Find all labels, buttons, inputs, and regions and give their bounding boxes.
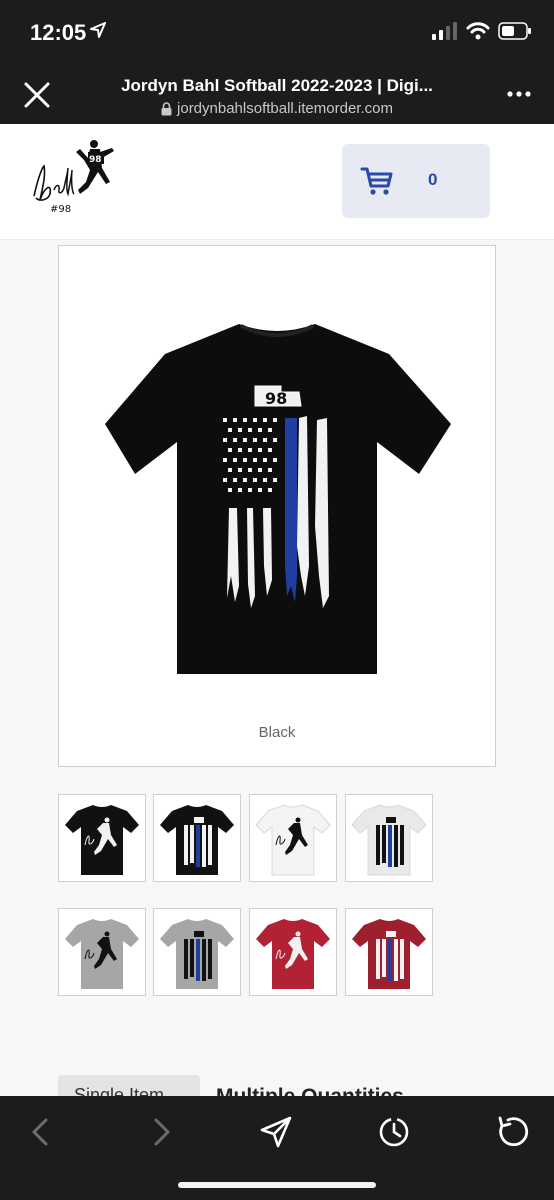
- lock-icon: [161, 101, 172, 115]
- cart-count: 0: [428, 170, 438, 189]
- wifi-icon: [466, 22, 490, 40]
- product-thumbnail[interactable]: [58, 908, 146, 996]
- product-thumbnail[interactable]: [249, 794, 337, 882]
- more-options-icon[interactable]: [506, 84, 532, 104]
- location-arrow-icon: [90, 22, 106, 38]
- quantity-tabs: Single Item Multiple Quantities: [58, 1075, 498, 1097]
- page-url: jordynbahlsoftball.itemorder.com: [80, 100, 474, 117]
- status-bar: 12:05: [0, 0, 554, 64]
- svg-text:#98: #98: [50, 204, 71, 215]
- forward-icon[interactable]: [142, 1114, 178, 1150]
- thumbnail-shirt-image: [352, 919, 426, 989]
- product-thumbnail[interactable]: [58, 794, 146, 882]
- main-product-image[interactable]: 98 Black: [58, 245, 496, 767]
- thumbnail-shirt-image: [65, 919, 139, 989]
- product-thumbnail[interactable]: [153, 794, 241, 882]
- history-icon[interactable]: [376, 1114, 412, 1150]
- logo-number: 98: [89, 155, 102, 165]
- share-icon[interactable]: [258, 1114, 294, 1150]
- status-icons: [432, 22, 532, 40]
- thumbnail-shirt-image: [256, 919, 330, 989]
- battery-icon: [498, 22, 531, 40]
- shirt-number: 98: [265, 389, 287, 408]
- close-icon[interactable]: [20, 78, 54, 112]
- browser-bar: Jordyn Bahl Softball 2022-2023 | Digi...…: [0, 64, 554, 124]
- product-thumbnail[interactable]: [345, 908, 433, 996]
- product-thumbnail[interactable]: [153, 908, 241, 996]
- tab-single-item[interactable]: Single Item: [58, 1075, 200, 1097]
- page-title: Jordyn Bahl Softball 2022-2023 | Digi...: [121, 76, 433, 95]
- thumbnail-shirt-image: [160, 805, 234, 875]
- reload-icon[interactable]: [494, 1114, 530, 1150]
- thumbnail-shirt-image: [160, 919, 234, 989]
- tshirt-image: 98: [105, 324, 451, 674]
- cart-button[interactable]: 0: [342, 144, 490, 218]
- thumbnail-shirt-image: [351, 804, 427, 876]
- site-header: #98 98 0: [0, 124, 554, 240]
- product-thumbnail[interactable]: [249, 908, 337, 996]
- thumbnail-shirt-image: [255, 804, 331, 876]
- home-indicator: [178, 1182, 376, 1188]
- back-icon[interactable]: [24, 1114, 60, 1150]
- status-time: 12:05: [30, 20, 87, 45]
- store-logo[interactable]: #98 98: [28, 138, 118, 218]
- signal-icon: [432, 22, 457, 40]
- product-thumbnail[interactable]: [345, 794, 433, 882]
- cart-icon: [360, 167, 393, 195]
- url-text: jordynbahlsoftball.itemorder.com: [177, 100, 393, 117]
- thumbnail-shirt-image: [65, 805, 139, 875]
- main-image-caption: Black: [258, 724, 296, 741]
